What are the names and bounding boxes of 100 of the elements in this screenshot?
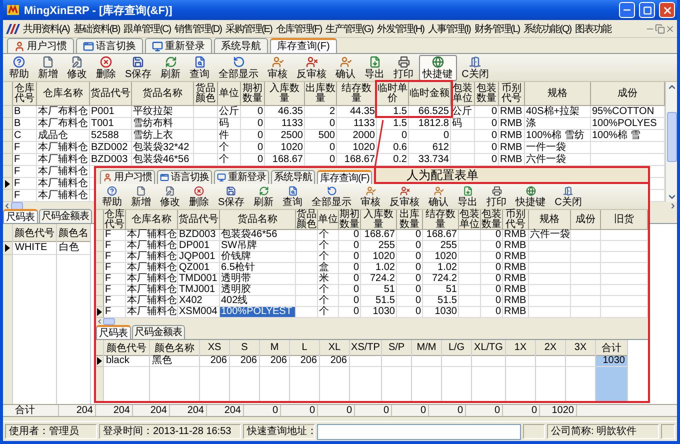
toolbar-button[interactable]: 导出 xyxy=(454,184,482,208)
maximize-button[interactable] xyxy=(639,2,655,18)
menu-item[interactable]: 图表功能 xyxy=(573,22,614,36)
menu-item[interactable]: 销售管理(D) xyxy=(172,22,224,36)
tab[interactable]: 重新登录 xyxy=(145,38,212,53)
chevron-left-icon[interactable] xyxy=(3,202,11,210)
column-header[interactable]: 包装单位 xyxy=(459,210,481,230)
menu-item[interactable]: 仓库管理(F) xyxy=(274,22,324,36)
toolbar-button[interactable]: 全部显示 xyxy=(308,184,356,208)
restore-icon[interactable] xyxy=(655,24,665,34)
toolbar-button[interactable]: 打印 xyxy=(482,184,511,208)
column-header[interactable]: 规格 xyxy=(529,210,571,230)
column-header[interactable]: 临时金额 xyxy=(409,82,451,106)
tab[interactable]: 尺码金额表 xyxy=(132,325,185,339)
menu-item[interactable]: 财务管理(L) xyxy=(472,22,522,36)
column-header[interactable]: 仓库代号 xyxy=(104,210,126,230)
column-header[interactable]: 货品代号 xyxy=(178,210,220,230)
column-header[interactable]: 颜色代号 xyxy=(104,340,149,356)
tab[interactable]: 库存查询(F) xyxy=(317,170,372,184)
toolbar-button[interactable]: C关闭 xyxy=(458,54,493,80)
toolbar-button[interactable]: 审核 xyxy=(356,184,385,208)
toolbar-button[interactable]: 确认 xyxy=(332,54,360,80)
tab[interactable]: 系统导航 xyxy=(271,170,315,184)
column-header[interactable]: XL xyxy=(320,340,349,356)
column-header[interactable]: 包装单位 xyxy=(451,82,475,106)
menu-item[interactable]: 采购管理(E) xyxy=(223,22,274,36)
toolbar-button[interactable]: 查询 xyxy=(186,54,214,80)
quick-query-field[interactable] xyxy=(317,424,521,440)
toolbar-button[interactable]: 删除 xyxy=(185,184,213,208)
toolbar-button[interactable]: 修改 xyxy=(63,54,91,80)
toolbar-button[interactable]: 反审核 xyxy=(292,54,331,80)
tab[interactable]: 语言切换 xyxy=(76,38,143,53)
tab[interactable]: 尺码表 xyxy=(3,209,38,223)
menu-item[interactable]: 跟单管理(C) xyxy=(122,22,173,36)
column-header[interactable]: 货品名称 xyxy=(220,210,296,230)
column-header[interactable]: 货品颜色 xyxy=(296,210,318,230)
tab[interactable]: 尺码表 xyxy=(96,325,130,339)
menu-item[interactable]: 生产管理(G) xyxy=(324,22,376,36)
scrollbar-thumb[interactable] xyxy=(103,318,115,325)
column-header[interactable]: 出库数量 xyxy=(305,82,337,106)
chevron-left-icon[interactable] xyxy=(96,318,103,325)
column-header[interactable]: S/P xyxy=(382,340,411,356)
toolbar-button[interactable]: 导出 xyxy=(360,54,389,80)
minimize-button[interactable] xyxy=(619,2,635,18)
toolbar-button[interactable]: 修改 xyxy=(156,184,184,208)
menu-item[interactable]: 共用资料(A) xyxy=(21,22,72,36)
column-header[interactable]: 规格 xyxy=(525,82,591,106)
tab[interactable]: 用户习惯 xyxy=(100,170,155,184)
toolbar-button[interactable]: 新增 xyxy=(127,184,155,208)
tab[interactable]: 重新登录 xyxy=(214,170,269,184)
column-header[interactable]: 入库数量 xyxy=(361,210,397,230)
column-header[interactable]: 3X xyxy=(566,340,595,356)
tab[interactable]: 系统导航 xyxy=(214,38,268,53)
toolbar-button[interactable]: 删除 xyxy=(92,54,120,80)
chevron-up-icon[interactable] xyxy=(666,82,676,92)
column-header[interactable]: 入库数量 xyxy=(265,82,305,106)
column-header[interactable]: XL/TG xyxy=(472,340,505,356)
vertical-scrollbar[interactable] xyxy=(665,82,677,202)
column-header[interactable]: 2X xyxy=(536,340,565,356)
toolbar-button[interactable]: 帮助 xyxy=(98,184,126,208)
toolbar-button[interactable]: 快捷键 xyxy=(418,54,457,80)
tab[interactable]: 语言切换 xyxy=(157,170,212,184)
toolbar-button[interactable]: 打印 xyxy=(390,54,418,80)
column-header[interactable]: 包装数量 xyxy=(475,82,499,106)
column-header[interactable]: 货品颜色 xyxy=(194,82,218,106)
column-header[interactable]: 颜色名 xyxy=(57,224,90,242)
close-icon[interactable] xyxy=(665,24,675,34)
menu-item[interactable]: 外发管理(H) xyxy=(375,22,426,36)
toolbar-button[interactable]: 新增 xyxy=(34,54,62,80)
column-header[interactable]: L xyxy=(290,340,319,356)
toolbar-button[interactable]: C关闭 xyxy=(550,184,586,208)
toolbar-button[interactable]: S保存 xyxy=(121,54,156,80)
toolbar-button[interactable]: 刷新 xyxy=(250,184,278,208)
column-header[interactable]: 1X xyxy=(506,340,535,356)
column-header[interactable]: 单位 xyxy=(318,210,339,230)
column-header[interactable]: 币别代号 xyxy=(499,82,525,106)
column-header[interactable]: M/M xyxy=(412,340,441,356)
toolbar-button[interactable]: 审核 xyxy=(264,54,292,80)
tab[interactable]: 库存查询(F) xyxy=(270,38,337,53)
menu-item[interactable]: 人事管理(I) xyxy=(426,22,472,36)
toolbar-button[interactable]: 查询 xyxy=(278,184,307,208)
column-header[interactable]: 出库数量 xyxy=(397,210,423,230)
column-header[interactable]: 包装数量 xyxy=(481,210,503,230)
toolbar-button[interactable]: 刷新 xyxy=(156,54,185,80)
column-header[interactable]: 币别代号 xyxy=(503,210,529,230)
column-header[interactable]: 颜色代号 xyxy=(13,224,56,242)
column-header[interactable]: 仓库名称 xyxy=(37,82,90,106)
column-header[interactable]: S xyxy=(230,340,259,356)
column-header[interactable]: 成份 xyxy=(571,210,601,230)
toolbar-button[interactable]: 全部显示 xyxy=(214,54,263,80)
column-header[interactable]: M xyxy=(260,340,289,356)
column-header[interactable]: 颜色名称 xyxy=(150,340,199,356)
column-header[interactable]: 货品代号 xyxy=(90,82,132,106)
column-header[interactable]: 结存数量 xyxy=(423,210,459,230)
toolbar-button[interactable]: 确认 xyxy=(424,184,453,208)
column-header[interactable]: 货品名称 xyxy=(132,82,194,106)
toolbar-button[interactable]: 反审核 xyxy=(386,184,424,208)
column-header[interactable]: 临时单价 xyxy=(377,82,409,106)
tab[interactable]: 用户习惯 xyxy=(7,38,74,53)
menu-item[interactable]: 系统功能(Q) xyxy=(522,22,574,36)
